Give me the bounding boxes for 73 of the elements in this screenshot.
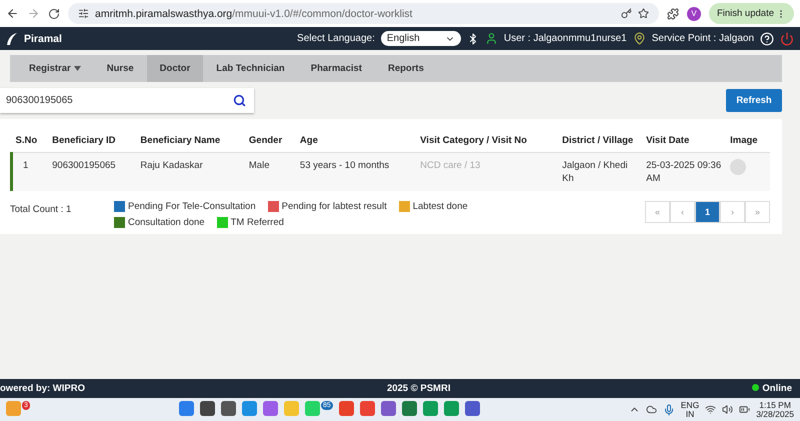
service-point: Service Point : Jalgaon [652,33,754,44]
online-status: Online [752,383,792,394]
location-icon [632,32,646,45]
address-bar[interactable]: amritmh.piramalswasthya.org/mmuui-v1.0/#/common/doctor-worklist [68,3,659,24]
back-icon[interactable] [6,7,19,20]
nav-tab[interactable]: Lab Technician [203,55,298,82]
app-icon[interactable] [220,401,236,416]
app-icon[interactable] [262,401,278,416]
powered-by: owered by: WIPRO [0,383,85,394]
column-header: Age [296,129,416,152]
profile-avatar[interactable]: V [686,6,701,20]
app-icon[interactable] [402,401,417,416]
language-select[interactable]: English [380,31,461,46]
site-settings-icon[interactable] [78,8,89,19]
volume-icon [722,404,734,415]
table-cell: Jalgaon / Khedi Kh [558,152,642,191]
app-icon[interactable] [338,401,354,416]
microphone-icon[interactable] [662,404,675,416]
input-language[interactable]: ENG IN [680,400,700,418]
legend-label: TM Referred [230,217,284,228]
nav-tab[interactable]: Doctor [146,55,204,82]
legend-label: Labtest done [412,201,468,212]
column-header: Visit Date [642,129,726,152]
url-path: /mmuui-v1.0/#/common/doctor-worklist [232,8,412,20]
table-cell: 25-03-2025 09:36 AM [642,152,726,191]
column-header: Gender [244,129,296,152]
column-header: Beneficiary ID [48,129,136,152]
column-header: Visit Category / Visit No [416,129,558,152]
legend-label: Pending For Tele-Consultation [128,201,256,212]
avatar-icon [730,159,746,175]
cloud-icon[interactable] [646,404,657,415]
finish-update-button[interactable]: Finish update [708,3,794,24]
refresh-button[interactable]: Refresh [726,89,782,112]
battery-icon [739,404,750,415]
clock[interactable]: 1:15 PM 3/28/2025 [756,400,794,418]
table-row[interactable]: 1 906300195065 Raju Kadaskar Male 53 years - 10 months NCD care / 13 Jalgaon / Khedi Kh 25-03-2025 09:36 AM [12,152,770,191]
column-header: Image [726,129,770,152]
user-icon [484,32,498,45]
language-label: Select Language: [297,33,375,44]
table-cell: NCD care / 13 [416,152,558,191]
help-icon[interactable] [760,32,774,46]
url-host: amritmh.piramalswasthya.org [95,8,232,20]
logo-icon [6,32,18,46]
reload-icon[interactable] [48,8,60,20]
key-icon[interactable] [620,8,632,19]
search-field[interactable]: 906300195065 [0,88,254,113]
star-icon[interactable] [638,8,649,19]
column-header: Beneficiary Name [136,129,245,152]
page-button[interactable]: 1 [695,201,720,223]
nav-tab[interactable]: Nurse [94,55,147,82]
column-header: S.No [12,129,48,152]
column-header: District / Village [558,129,642,152]
search-icon[interactable] [233,94,246,107]
app-icon[interactable] [380,401,396,416]
copyright: 2025 © PSMRI [386,383,450,394]
app-icon[interactable] [464,401,480,416]
legend-label: Pending for labtest result [282,201,387,212]
brand-name: Piramal [24,32,62,44]
legend-label: Consultation done [128,217,205,228]
wifi-icon [705,404,716,415]
user-name: User : Jalgaonmmu1nurse1 [504,33,627,44]
nav-tab[interactable]: Registrar [16,55,94,82]
app-icon[interactable] [200,401,215,416]
power-icon[interactable] [780,32,794,46]
table-cell: 1 [12,152,48,191]
table-cell: 53 years - 10 months [296,152,416,191]
extensions-icon[interactable] [666,8,679,20]
table-cell: 906300195065 [48,152,136,191]
total-count: Total Count : 1 [10,203,72,215]
table-cell: Raju Kadaskar [136,152,245,191]
table-cell: Male [244,152,296,191]
nav-tab[interactable]: Reports [374,55,437,82]
nav-tab[interactable]: Pharmacist [298,55,375,82]
